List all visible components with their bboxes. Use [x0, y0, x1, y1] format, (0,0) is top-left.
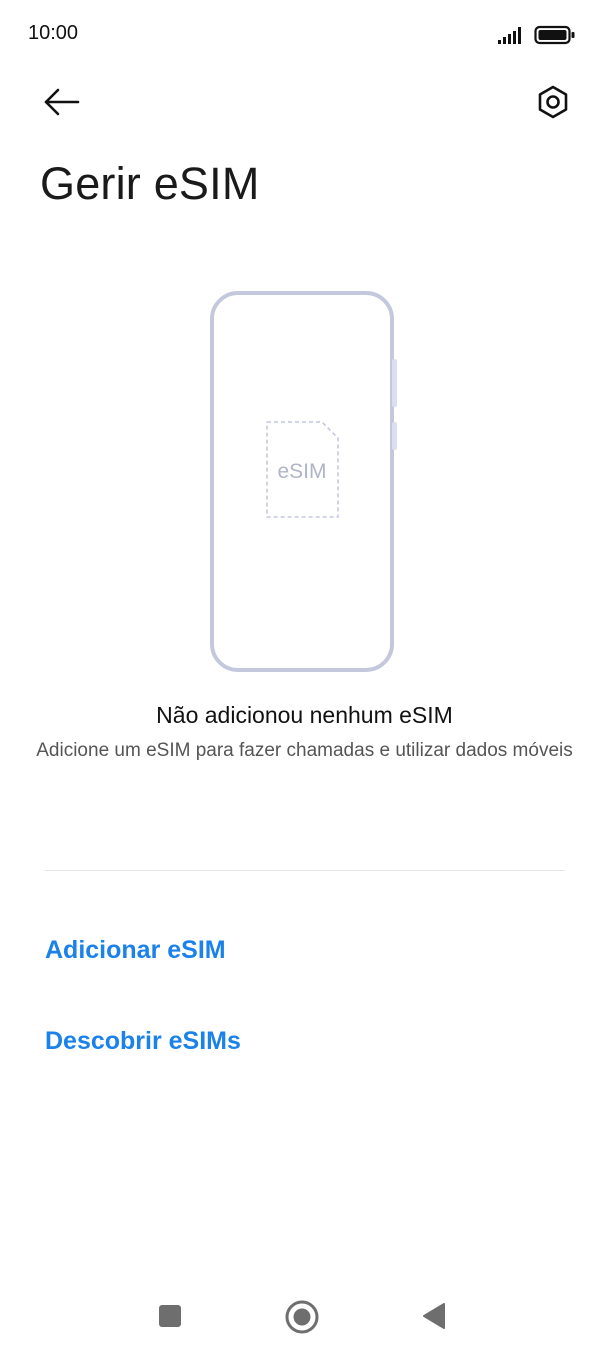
battery-icon: [534, 25, 575, 45]
divider: [45, 870, 565, 871]
empty-state-subtitle: Adicione um eSIM para fazer chamadas e u…: [36, 740, 573, 761]
esim-label: eSIM: [277, 460, 326, 483]
discover-esims-link[interactable]: Descobrir eSIMs: [45, 1027, 241, 1056]
add-esim-link[interactable]: Adicionar eSIM: [45, 936, 226, 965]
triangle-back-icon[interactable]: [420, 1302, 448, 1330]
signal-icon: [498, 27, 521, 44]
empty-state-title: Não adicionou nenhum eSIM: [156, 702, 453, 728]
square-icon[interactable]: [158, 1304, 182, 1328]
status-bar: 10:00: [0, 0, 609, 70]
circle-home-icon[interactable]: [284, 1299, 320, 1335]
arrow-left-icon: [44, 88, 80, 116]
navigation-bar: [0, 1280, 609, 1354]
back-button[interactable]: [36, 80, 86, 124]
status-time: 10:00: [28, 22, 79, 44]
page-title: Gerir eSIM: [40, 158, 260, 209]
settings-button[interactable]: [530, 80, 576, 124]
phone-esim-icon: eSIM: [210, 291, 397, 672]
settings-hexagon-icon: [538, 85, 568, 119]
